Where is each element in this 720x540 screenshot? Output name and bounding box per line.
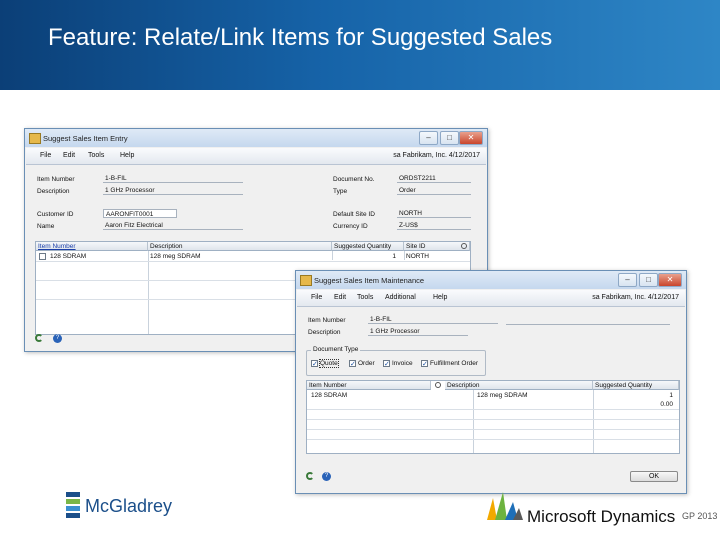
quote-checkbox[interactable]: ✓ [311,360,318,368]
grid-header-item-number: Item Number [307,381,431,390]
suggested-items-grid: Item Number Description Suggested Quanti… [306,380,680,454]
menu-file[interactable]: File [40,152,51,159]
document-type-title: Document Type [311,346,361,353]
help-icon[interactable]: ? [53,334,62,343]
mcgladrey-logo-text: McGladrey [85,496,173,516]
item-number-underline [506,324,670,325]
user-company-date: sa Fabrikam, Inc. 4/12/2017 [592,294,679,301]
document-no-label: Document No. [333,176,375,183]
row-item-number [309,400,469,409]
slide-title: Feature: Relate/Link Items for Suggested… [48,24,553,51]
minimize-button[interactable]: – [618,273,637,287]
menu-help[interactable]: Help [120,152,134,159]
grid-row-line [36,261,470,262]
row-select-box[interactable] [39,253,46,260]
menu-edit[interactable]: Edit [334,294,346,301]
type-label: Type [333,188,348,195]
table-row[interactable]: 0.00 [307,400,679,409]
window-app-icon [300,275,312,286]
row-description: 128 meg SDRAM [477,392,528,399]
window2-menubar: File Edit Tools Additional Help sa Fabri… [297,290,685,307]
description-field[interactable]: 1 GHz Processor [103,186,243,195]
table-row[interactable]: 128 SDRAM 128 meg SDRAM 1 NORTH [36,252,470,261]
grid-row-line [307,439,679,440]
zoom-icon[interactable] [461,243,467,249]
window1-title: Suggest Sales Item Entry [43,134,128,143]
menu-tools[interactable]: Tools [88,152,104,159]
window1-titlebar[interactable]: Suggest Sales Item Entry – □ ✕ [25,129,487,147]
ok-button[interactable]: OK [630,471,678,482]
quote-label: Quote [319,359,339,368]
order-checkbox[interactable]: ✓ [349,360,356,368]
grid-divider [148,251,149,334]
row-item-number: 128 SDRAM [50,253,87,260]
item-number-label: Item Number [308,317,346,324]
description-label: Description [308,329,341,336]
name-label: Name [37,223,55,230]
window2-title: Suggest Sales Item Maintenance [314,276,425,285]
invoice-checkbox[interactable]: ✓ [383,360,390,368]
maximize-button[interactable]: □ [440,131,459,145]
row-suggested-quantity: 1 [392,253,396,260]
fulfillment-order-checkbox[interactable]: ✓ [421,360,428,368]
item-number-field[interactable]: 1-B-FIL [103,174,243,183]
table-row[interactable]: 128 SDRAM 128 meg SDRAM 1 [307,391,679,400]
slide-header: Feature: Relate/Link Items for Suggested… [0,0,720,90]
customer-id-label: Customer ID [37,211,74,218]
name-field[interactable]: Aaron Fitz Electrical [103,221,243,230]
close-button[interactable]: ✕ [459,131,483,145]
refresh-icon[interactable] [35,334,43,342]
description-field[interactable]: 1 GHz Processor [368,327,468,336]
default-site-id-field[interactable]: NORTH [397,209,471,218]
help-icon[interactable]: ? [322,472,331,481]
grid-row-line [307,409,679,410]
user-company-date: sa Fabrikam, Inc. 4/12/2017 [393,152,480,159]
menu-additional[interactable]: Additional [385,294,416,301]
menu-help[interactable]: Help [433,294,447,301]
suggest-sales-item-maintenance-window: Suggest Sales Item Maintenance – □ ✕ Fil… [295,270,687,494]
default-site-id-label: Default Site ID [333,211,375,218]
description-label: Description [37,188,70,195]
row-description: 128 meg SDRAM [150,253,201,260]
grid-header-suggested-quantity: Suggested Quantity [332,242,404,251]
customer-id-field[interactable]: AARONFIT0001 [103,209,177,218]
maximize-button[interactable]: □ [639,273,658,287]
currency-id-label: Currency ID [333,223,368,230]
grid-header-item-number[interactable]: Item Number [36,242,148,251]
window2-titlebar[interactable]: Suggest Sales Item Maintenance – □ ✕ [296,271,686,289]
grid-header-suggested-quantity: Suggested Quantity [593,381,679,390]
invoice-label: Invoice [392,360,413,367]
gp-version-text: GP 2013 [682,511,718,521]
grid-header-description: Description [445,381,593,390]
window1-menubar: File Edit Tools Help sa Fabrikam, Inc. 4… [26,148,486,165]
menu-file[interactable]: File [311,294,322,301]
item-number-label: Item Number [37,176,75,183]
row-site-id: NORTH [406,253,429,260]
microsoft-dynamics-icon [487,492,523,520]
item-number-field[interactable]: 1-B-FIL [368,315,498,324]
refresh-icon[interactable] [306,472,314,480]
document-type-group: Document Type ✓ Quote ✓ Order ✓ Invoice … [306,346,486,376]
mcgladrey-bars-icon [66,492,80,518]
window-app-icon [29,133,41,144]
grid-row-line [307,429,679,430]
fulfillment-order-label: Fulfillment Order [430,360,479,367]
minimize-button[interactable]: – [419,131,438,145]
currency-id-field[interactable]: Z-US$ [397,221,471,230]
menu-tools[interactable]: Tools [357,294,373,301]
document-no-field[interactable]: ORDST2211 [397,174,471,183]
row-item-number: 128 SDRAM [311,392,348,399]
order-label: Order [358,360,375,367]
row-suggested-quantity: 0.00 [660,401,673,408]
row-suggested-quantity: 1 [669,392,673,399]
type-field[interactable]: Order [397,186,471,195]
close-button[interactable]: ✕ [658,273,682,287]
grid-row-line [307,419,679,420]
row-description [475,400,591,409]
grid-header-description: Description [148,242,332,251]
microsoft-dynamics-text: Microsoft Dynamics [527,507,676,526]
lookup-icon[interactable] [435,382,441,388]
menu-edit[interactable]: Edit [63,152,75,159]
